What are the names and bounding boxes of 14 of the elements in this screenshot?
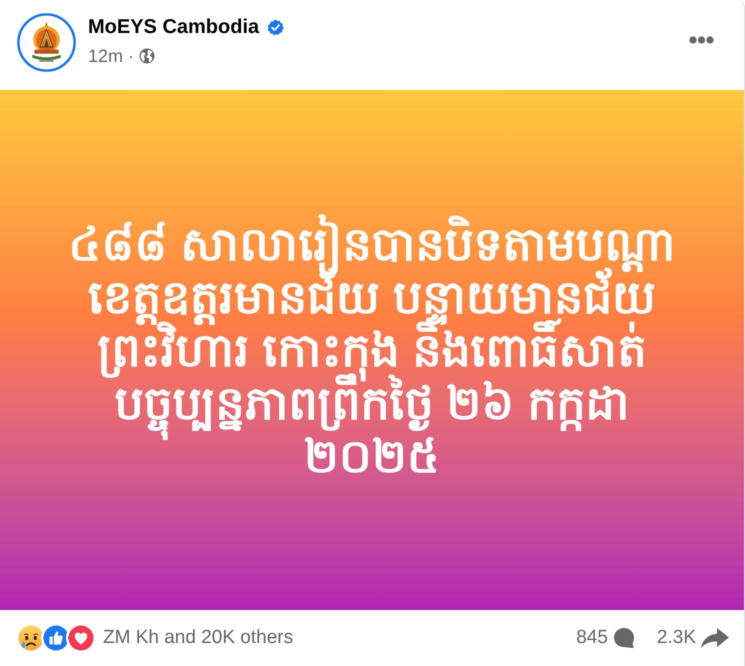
more-options-icon[interactable] [689, 36, 714, 44]
reaction-summary[interactable]: ZM Kh and 20K others [103, 626, 294, 650]
page-name[interactable]: MoEYS Cambodia [88, 15, 260, 39]
comment-bubble-icon[interactable] [612, 627, 635, 649]
comment-count[interactable]: 845 [576, 626, 608, 650]
thumbs-up-icon[interactable] [43, 625, 69, 651]
globe-icon[interactable] [139, 48, 156, 64]
separator-dot: · [128, 45, 134, 67]
post-time[interactable]: 12m [88, 45, 124, 67]
share-count[interactable]: 2.3K [656, 626, 696, 650]
heart-icon[interactable] [68, 625, 94, 651]
share-arrow-icon[interactable] [700, 627, 730, 649]
emblem-avatar-icon[interactable] [17, 13, 76, 72]
sad-emoji-icon[interactable] [18, 625, 44, 651]
